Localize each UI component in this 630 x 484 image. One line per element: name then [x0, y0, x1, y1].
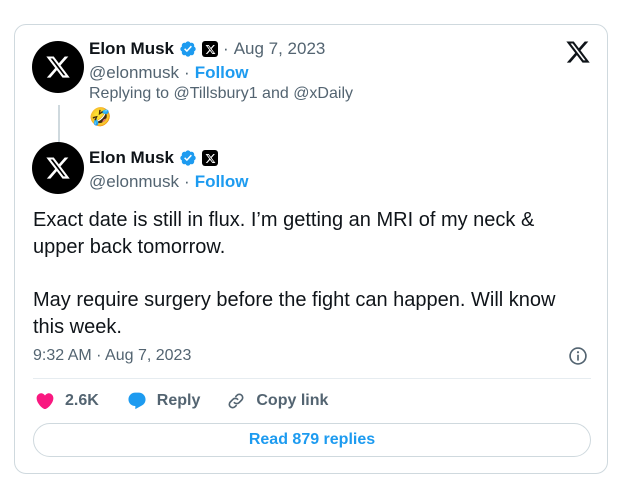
tweet-paragraph: May require surgery before the fight can… [33, 289, 556, 338]
tweet-handle[interactable]: @elonmusk [89, 172, 179, 192]
tweet-follow-link[interactable]: Follow [195, 172, 249, 192]
affiliate-badge-icon [202, 150, 219, 166]
tweet-author-name[interactable]: Elon Musk [89, 148, 174, 168]
x-logo-icon [46, 157, 70, 179]
tweet-handle-row: @elonmusk · Follow [89, 172, 249, 192]
x-logo-icon[interactable] [565, 39, 591, 65]
parent-handle-row: @elonmusk · Follow [89, 63, 249, 83]
copy-link-button[interactable]: Copy link [226, 391, 328, 411]
read-replies-button[interactable]: Read 879 replies [33, 423, 591, 457]
tweet-avatar[interactable] [32, 142, 84, 194]
action-bar: 2.6K Reply Copy link [35, 391, 328, 411]
reply-bubble-icon [128, 392, 146, 410]
parent-author-row: Elon Musk · Aug 7, 2023 [89, 39, 325, 59]
replying-to-text: Replying to @Tillsbury1 and @xDaily [89, 85, 353, 102]
parent-handle[interactable]: @elonmusk [89, 63, 179, 83]
tweet-paragraph: Exact date is still in flux. I’m getting… [33, 209, 535, 258]
verified-badge-icon [180, 150, 196, 166]
tweet-timestamp[interactable]: 9:32 AM · Aug 7, 2023 [33, 347, 191, 365]
link-icon [228, 393, 244, 409]
parent-date[interactable]: Aug 7, 2023 [234, 39, 326, 59]
copy-link-label: Copy link [256, 392, 329, 409]
parent-follow-link[interactable]: Follow [195, 63, 249, 83]
heart-icon [36, 393, 54, 410]
like-count: 2.6K [65, 392, 99, 409]
separator-dot: · [184, 172, 190, 191]
reply-label: Reply [156, 392, 201, 409]
separator-dot: · [223, 39, 229, 58]
separator-dot: · [184, 63, 190, 82]
tweet-embed-card: Elon Musk · Aug 7, 2023 @elonmusk · Foll… [14, 24, 608, 474]
parent-author-name[interactable]: Elon Musk [89, 39, 174, 59]
x-logo-icon [46, 56, 70, 78]
tweet-author-row: Elon Musk [89, 148, 219, 168]
info-icon[interactable] [568, 346, 588, 366]
affiliate-badge-icon [202, 41, 219, 57]
parent-avatar[interactable] [32, 41, 84, 93]
tweet-body: Exact date is still in flux. I’m getting… [33, 207, 588, 341]
like-button[interactable]: 2.6K [35, 391, 99, 411]
divider [33, 378, 591, 379]
reply-button[interactable]: Reply [127, 391, 201, 411]
parent-emoji-content: 🤣 [89, 107, 112, 127]
verified-badge-icon [180, 41, 196, 57]
